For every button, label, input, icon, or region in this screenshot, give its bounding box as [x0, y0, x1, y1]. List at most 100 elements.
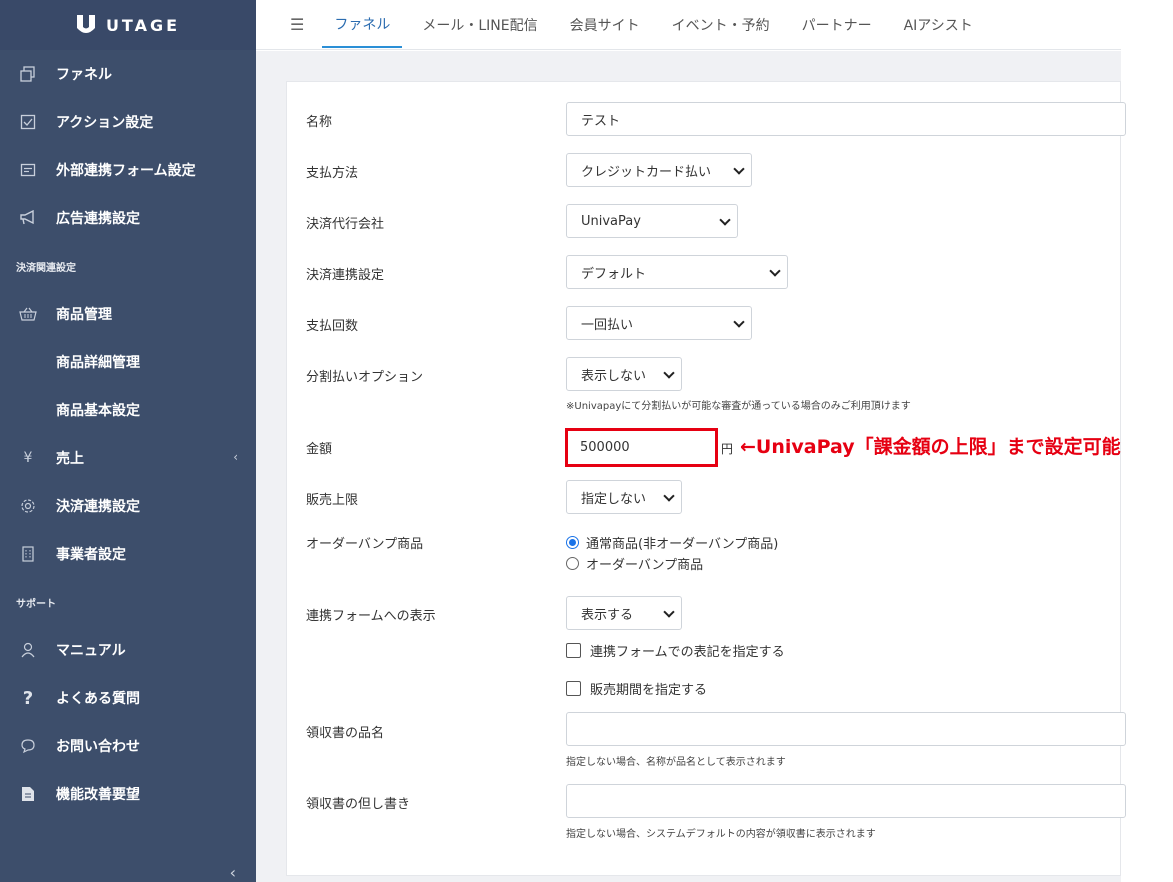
chevron-down-icon: [733, 316, 745, 328]
payment-method-value: クレジットカード払い: [581, 164, 712, 180]
order-bump-label: オーダーバンプ商品: [306, 537, 424, 552]
order-bump-radio-normal[interactable]: 通常商品(非オーダーバンプ商品): [566, 533, 778, 552]
sidebar-item-contact[interactable]: お問い合わせ: [0, 722, 256, 770]
tab-ai-assist[interactable]: AIアシスト: [892, 2, 985, 48]
name-value: テスト: [581, 113, 621, 129]
sidebar-item-funnel[interactable]: ファネル: [0, 50, 256, 98]
radio-empty-icon: [566, 557, 579, 570]
sidebar-item-sales[interactable]: ¥ 売上 ‹: [0, 434, 256, 482]
building-icon: [18, 544, 38, 564]
basket-icon: [18, 304, 38, 324]
radio-label: オーダーバンプ商品: [586, 558, 704, 573]
question-icon: ?: [22, 687, 34, 709]
copy-icon: [18, 64, 38, 84]
sales-period-checkbox[interactable]: 販売期間を指定する: [566, 679, 707, 698]
section-payment-heading: 決済関連設定: [16, 262, 76, 274]
sidebar-item-feedback[interactable]: 機能改善要望: [0, 770, 256, 818]
form-display-select[interactable]: 表示する: [566, 596, 682, 630]
app-name: UTAGE: [105, 15, 181, 35]
price-input[interactable]: 500000: [565, 428, 718, 467]
checkbox-label: 連携フォームでの表記を指定する: [590, 645, 785, 660]
sidebar-item-ads[interactable]: 広告連携設定: [0, 194, 256, 242]
price-value: 500000: [580, 440, 630, 455]
installment-label: 分割払いオプション: [306, 370, 424, 385]
tab-member-site[interactable]: 会員サイト: [558, 2, 652, 48]
order-bump-radio-bump[interactable]: オーダーバンプ商品: [566, 554, 703, 573]
payment-method-label: 支払方法: [306, 166, 359, 181]
chevron-down-icon: [663, 367, 675, 379]
payment-company-select[interactable]: UnivaPay: [566, 204, 738, 238]
receipt-item-help: 指定しない場合、名称が品名として表示されます: [566, 757, 786, 768]
app-logo[interactable]: UTAGE: [0, 0, 256, 50]
tab-mail-line[interactable]: メール・LINE配信: [410, 2, 549, 48]
sidebar-item-label: マニュアル: [56, 643, 126, 659]
gear-icon: [18, 496, 38, 516]
utage-logo-icon: [76, 14, 96, 36]
sidebar-item-label: 外部連携フォーム設定: [56, 163, 196, 179]
sales-limit-label: 販売上限: [306, 493, 359, 508]
installment-help-text: ※Univapayにて分割払いが可能な審査が通っている場合のみご利用頂けます: [566, 401, 911, 412]
hamburger-menu-icon[interactable]: ☰: [290, 15, 304, 34]
sidebar-item-product-detail[interactable]: 商品詳細管理: [0, 338, 256, 386]
sidebar-item-products[interactable]: 商品管理: [0, 290, 256, 338]
document-icon: [18, 784, 38, 804]
sidebar-item-label: 売上: [56, 451, 84, 467]
chat-icon: [18, 736, 38, 756]
sidebar-item-label: お問い合わせ: [56, 739, 140, 755]
form-icon: [18, 160, 38, 180]
radio-label: 通常商品(非オーダーバンプ商品): [586, 537, 779, 552]
sales-limit-select[interactable]: 指定しない: [566, 480, 682, 514]
chevron-down-icon: [719, 214, 731, 226]
checkbox-icon: [18, 112, 38, 132]
radio-selected-icon: [566, 536, 579, 549]
sidebar-item-label: 機能改善要望: [56, 787, 140, 803]
sidebar-item-label: 商品詳細管理: [56, 355, 140, 371]
user-icon: [18, 640, 38, 660]
sidebar-item-payment-link[interactable]: 決済連携設定: [0, 482, 256, 530]
receipt-note-label: 領収書の但し書き: [306, 797, 411, 812]
sidebar-item-product-basic[interactable]: 商品基本設定: [0, 386, 256, 434]
receipt-note-input[interactable]: [566, 784, 1126, 818]
name-input[interactable]: テスト: [566, 102, 1126, 136]
receipt-note-help: 指定しない場合、システムデフォルトの内容が領収書に表示されます: [566, 829, 876, 840]
tab-partner[interactable]: パートナー: [790, 2, 884, 48]
section-support-heading: サポート: [16, 598, 56, 610]
collapse-sidebar-icon[interactable]: ‹: [230, 863, 236, 882]
sidebar: UTAGE ファネル アクション設定 外部連携フォーム設定 広告連携設定 決済関…: [0, 0, 256, 882]
receipt-item-input[interactable]: [566, 712, 1126, 746]
top-navigation: ☰ ファネル メール・LINE配信 会員サイト イベント・予約 パートナー AI…: [256, 0, 1121, 50]
chevron-down-icon: [663, 606, 675, 618]
sidebar-item-business[interactable]: 事業者設定: [0, 530, 256, 578]
payment-link-label: 決済連携設定: [306, 268, 385, 283]
sidebar-item-action[interactable]: アクション設定: [0, 98, 256, 146]
form-display-value: 表示する: [581, 607, 634, 623]
tab-event[interactable]: イベント・予約: [660, 2, 782, 48]
sales-limit-value: 指定しない: [581, 491, 647, 507]
payment-method-select[interactable]: クレジットカード払い: [566, 153, 752, 187]
notation-checkbox[interactable]: 連携フォームでの表記を指定する: [566, 641, 785, 660]
sidebar-item-label: よくある質問: [56, 691, 140, 707]
installment-select[interactable]: 表示しない: [566, 357, 682, 391]
payment-link-value: デフォルト: [581, 266, 647, 282]
chevron-down-icon: [733, 163, 745, 175]
price-annotation: ←UnivaPay「課金額の上限」まで設定可能: [740, 436, 1121, 458]
checkbox-icon: [566, 643, 581, 658]
payment-count-value: 一回払い: [581, 317, 634, 333]
sidebar-item-external-form[interactable]: 外部連携フォーム設定: [0, 146, 256, 194]
checkbox-icon: [566, 681, 581, 696]
payment-count-select[interactable]: 一回払い: [566, 306, 752, 340]
chevron-down-icon: [769, 265, 781, 277]
sidebar-item-faq[interactable]: ? よくある質問: [0, 674, 256, 722]
yen-icon: ¥: [23, 450, 33, 466]
sidebar-item-label: 決済連携設定: [56, 499, 140, 515]
tab-funnel[interactable]: ファネル: [322, 2, 403, 48]
chevron-down-icon: [663, 490, 675, 502]
sidebar-item-label: 広告連携設定: [56, 211, 140, 227]
price-unit: 円: [721, 442, 734, 456]
receipt-item-label: 領収書の品名: [306, 726, 385, 741]
sidebar-item-manual[interactable]: マニュアル: [0, 626, 256, 674]
installment-value: 表示しない: [581, 368, 647, 384]
sidebar-item-label: ファネル: [56, 67, 112, 83]
sidebar-item-label: 商品管理: [56, 307, 112, 323]
payment-link-select[interactable]: デフォルト: [566, 255, 788, 289]
